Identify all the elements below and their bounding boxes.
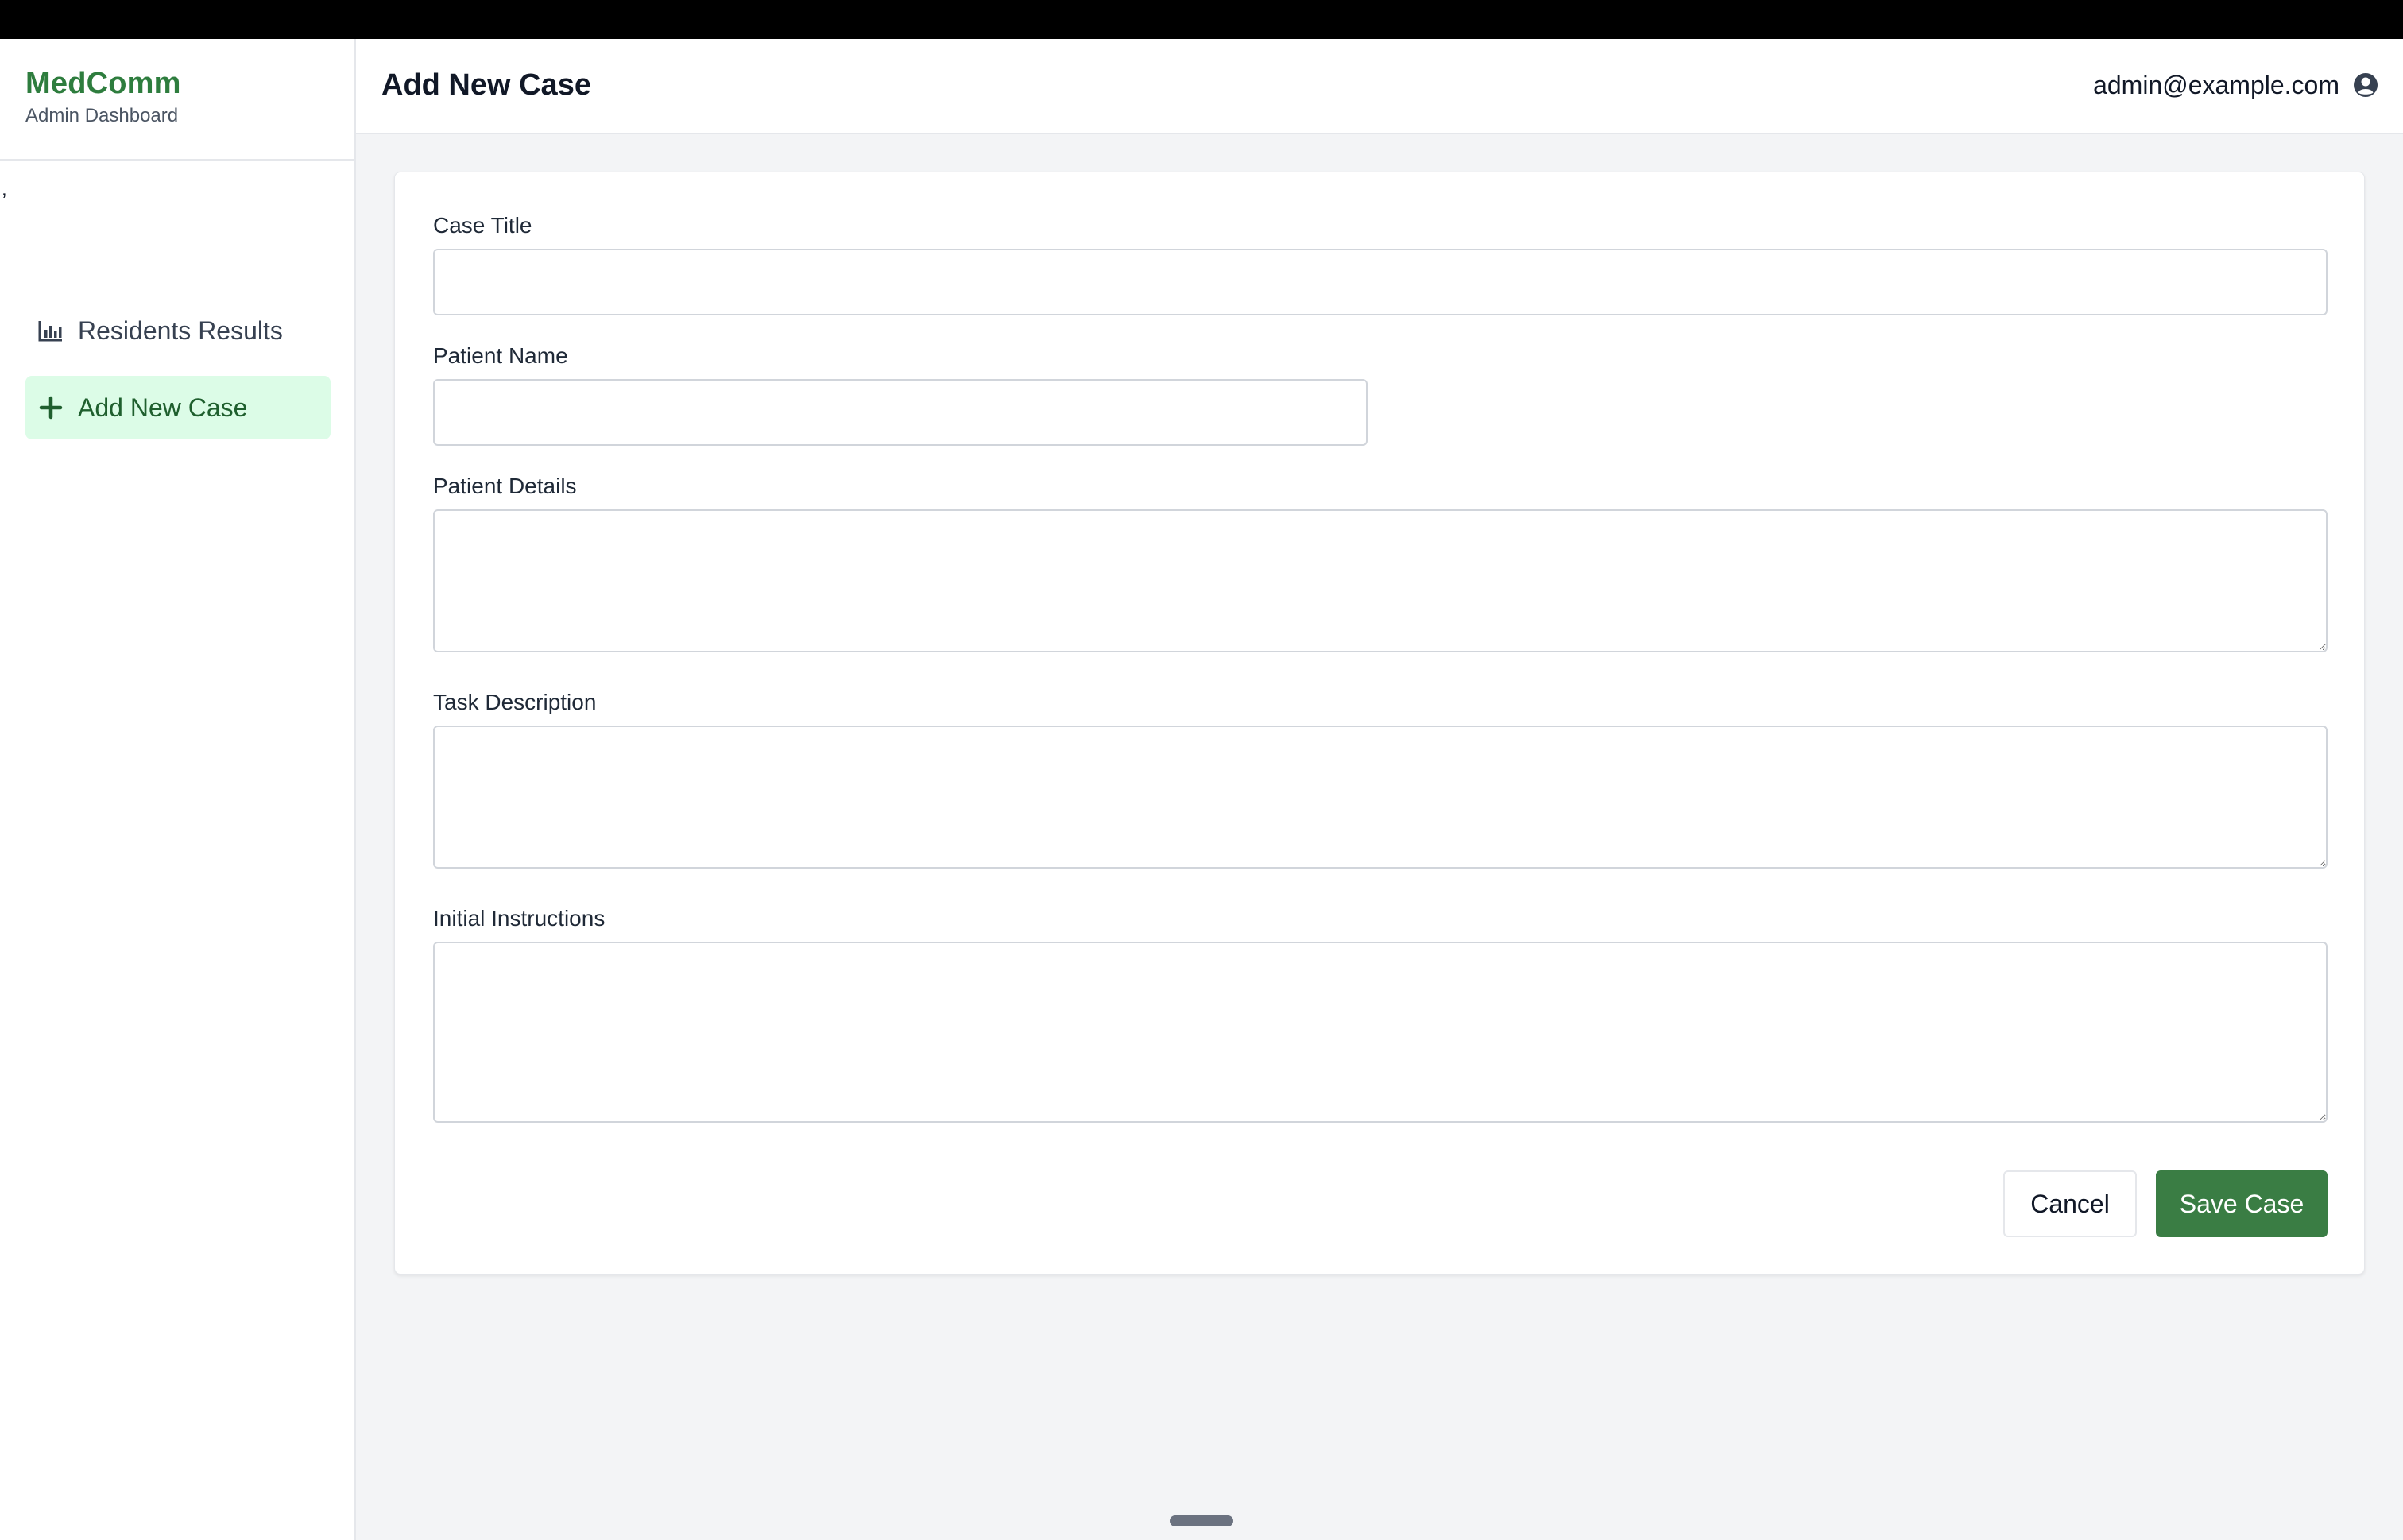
patient-details-label: Patient Details [433,474,577,498]
initial-instructions-textarea[interactable] [433,942,2328,1123]
add-case-form: Case Title Patient Name Patient Details … [394,172,2365,1275]
save-case-button[interactable]: Save Case [2156,1170,2328,1237]
top-system-bar [0,0,2403,39]
patient-name-label: Patient Name [433,343,568,368]
patient-details-textarea[interactable] [433,509,2328,652]
sidebar-item-add-new-case[interactable]: Add New Case [25,376,331,439]
brand-name: MedComm [25,67,181,100]
page-header: Add New Case admin@example.com [356,39,2403,134]
sidebar-item-label: Residents Results [78,315,283,345]
cancel-button[interactable]: Cancel [2003,1170,2137,1237]
brand-subtitle: Admin Dashboard [25,105,179,126]
case-title-input[interactable] [433,249,2328,315]
sidebar-item-residents-results[interactable]: Residents Results [25,299,331,362]
initial-instructions-label: Initial Instructions [433,906,606,931]
user-menu[interactable]: admin@example.com [2093,68,2379,103]
page-title: Add New Case [381,68,591,102]
bar-chart-icon [37,316,65,345]
brand: MedComm Admin Dashboard [0,39,354,161]
sidebar-item-label: Add New Case [78,393,248,422]
user-email: admin@example.com [2093,71,2339,99]
patient-name-input[interactable] [433,379,1368,446]
scroll-handle[interactable] [1170,1515,1233,1526]
sidebar: MedComm Admin Dashboard , Residents Resu… [0,39,356,1540]
case-title-label: Case Title [433,213,532,238]
sidebar-nav: Residents Results Add New Case [25,299,331,453]
user-circle-icon[interactable] [2352,72,2379,99]
task-description-label: Task Description [433,690,597,714]
task-description-textarea[interactable] [433,726,2328,869]
plus-icon [37,393,65,422]
stray-mark: , [2,179,7,200]
